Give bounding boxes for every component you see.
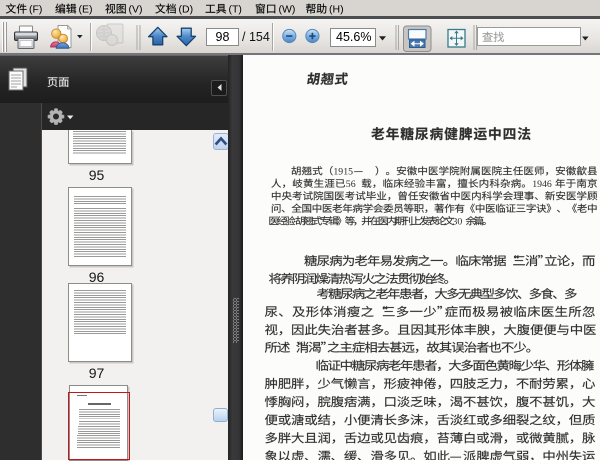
svg-text:(F): (F) bbox=[29, 3, 42, 15]
svg-text:(E): (E) bbox=[79, 3, 93, 15]
svg-text:(H): (H) bbox=[329, 3, 344, 15]
svg-text:(V): (V) bbox=[129, 3, 143, 15]
svg-text:(W): (W) bbox=[279, 3, 296, 15]
svg-text:(D): (D) bbox=[179, 3, 194, 15]
svg-text:(T): (T) bbox=[229, 3, 242, 15]
